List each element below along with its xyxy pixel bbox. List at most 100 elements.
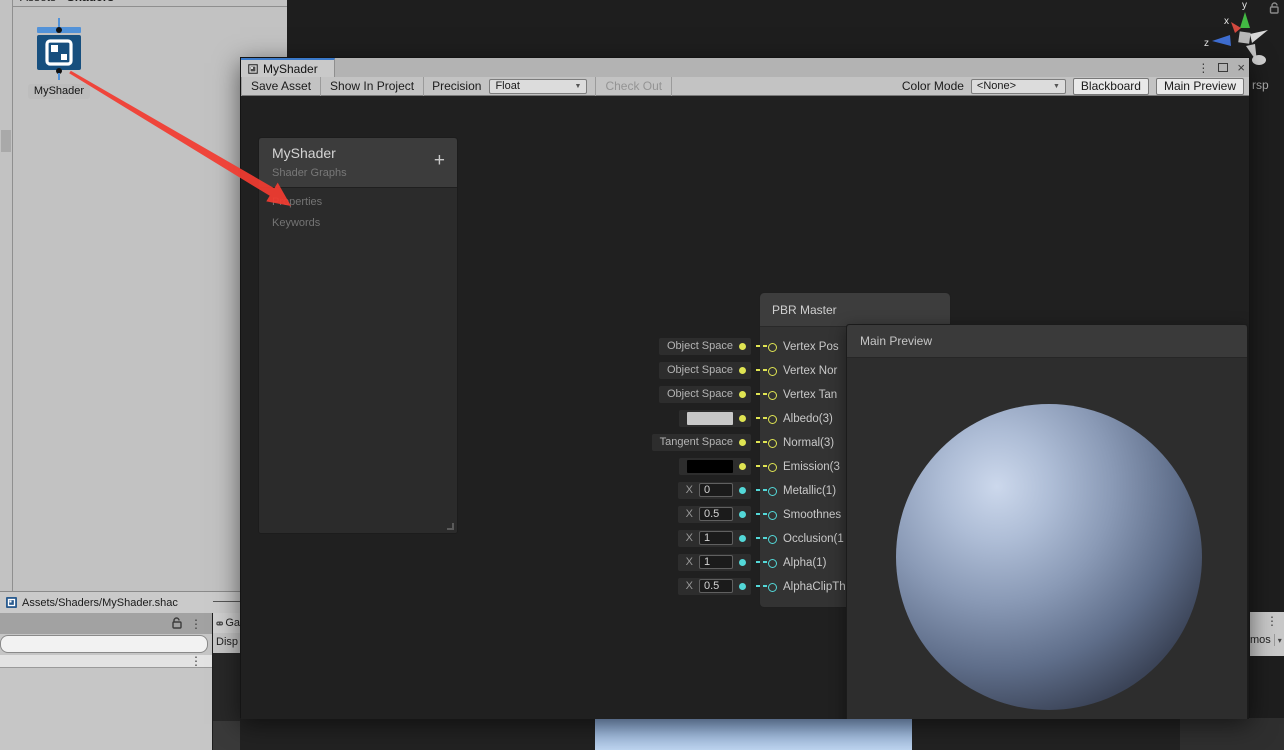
connector-dot-icon: [739, 342, 746, 350]
main-preview-toggle-button[interactable]: Main Preview: [1155, 77, 1244, 95]
asset-myshader[interactable]: MyShader: [28, 16, 90, 102]
game-view-tab[interactable]: Ga: [213, 613, 240, 633]
gizmos-dropdown-arrow[interactable]: ▾: [1278, 636, 1282, 645]
port-circle-icon[interactable]: [768, 414, 777, 424]
connector-dash: [763, 465, 767, 467]
scene-lock-icon[interactable]: [1268, 2, 1280, 15]
window-menu-icon[interactable]: ⋮: [1197, 62, 1209, 74]
input-widget-row: Object Space: [567, 334, 767, 358]
port-label: Albedo(3): [783, 413, 833, 425]
port-label: Normal(3): [783, 437, 835, 449]
project-status-bar: Assets/Shaders/MyShader.shac: [0, 591, 240, 613]
panel-menu-icon[interactable]: ⋮: [190, 618, 202, 630]
space-value: Object Space: [666, 364, 733, 376]
input-widget-row: X0: [567, 478, 767, 502]
space-dropdown[interactable]: Object Space: [658, 361, 751, 379]
graph-canvas[interactable]: MyShader Shader Graphs + Properties Keyw…: [241, 96, 1249, 719]
connector-dot-icon: [739, 486, 746, 494]
port-circle-icon[interactable]: [768, 558, 777, 568]
port-circle-icon[interactable]: [768, 438, 777, 448]
add-property-button[interactable]: +: [434, 151, 445, 170]
search-field[interactable]: [0, 635, 208, 653]
asset-label[interactable]: MyShader: [28, 84, 90, 99]
preview-sphere[interactable]: [896, 404, 1202, 710]
window-maximize-icon[interactable]: [1218, 63, 1229, 72]
chevron-down-icon: ▼: [1052, 82, 1060, 90]
gamepad-icon: [216, 621, 224, 625]
space-dropdown[interactable]: Object Space: [658, 385, 751, 403]
float-value-field[interactable]: 0: [699, 483, 733, 497]
gizmos-label-clipped[interactable]: mos: [1250, 634, 1271, 646]
gizmos-menu-icon[interactable]: ⋮: [1266, 615, 1278, 627]
port-circle-icon[interactable]: [768, 534, 777, 544]
game-view-sliver: Ga Disp: [213, 613, 240, 750]
port-circle-icon[interactable]: [768, 582, 777, 592]
port-circle-icon[interactable]: [768, 486, 777, 496]
input-widget-row: X 0.5: [567, 574, 767, 598]
unlock-icon[interactable]: [171, 617, 182, 630]
x-component-label: X: [685, 484, 693, 496]
precision-dropdown[interactable]: Float ▼: [489, 78, 588, 94]
color-swatch-field[interactable]: [679, 409, 751, 427]
scrollbar-thumb[interactable]: [1, 130, 11, 152]
connector-dash: [763, 417, 767, 419]
axis-x-label: x: [1224, 16, 1229, 27]
port-circle-icon[interactable]: [768, 390, 777, 400]
port-circle-icon[interactable]: [768, 510, 777, 520]
blackboard-section-keywords[interactable]: Keywords: [272, 217, 320, 229]
space-value: Object Space: [666, 388, 733, 400]
connector-dash: [756, 585, 760, 587]
connector-dash: [763, 393, 767, 395]
space-dropdown[interactable]: Object Space: [658, 337, 751, 355]
float-input[interactable]: X1: [677, 529, 751, 547]
float-value-field[interactable]: 1: [699, 555, 733, 569]
blackboard-resize-grip[interactable]: [447, 523, 454, 530]
main-preview-panel[interactable]: Main Preview: [846, 324, 1248, 719]
color-swatch-field[interactable]: [679, 457, 751, 475]
port-circle-icon[interactable]: [768, 342, 777, 352]
x-component-label: X: [685, 508, 693, 520]
float-value-field[interactable]: 0.5: [699, 579, 733, 593]
panel-header: ⋮: [0, 613, 212, 634]
pane-resize-crease[interactable]: [213, 601, 240, 602]
color-swatch[interactable]: [687, 459, 733, 473]
float-input[interactable]: X1: [677, 553, 751, 571]
connector-dash: [763, 369, 767, 371]
axis-y-label: y: [1242, 0, 1247, 11]
input-widget-row: Tangent Space: [567, 430, 767, 454]
connector-dash: [756, 369, 760, 371]
connector-dash: [756, 393, 760, 395]
connector-dash: [756, 417, 760, 419]
shadergraph-tab-icon: [248, 63, 258, 74]
float-value-field[interactable]: 0.5: [699, 507, 733, 521]
tab-title: MyShader: [263, 61, 318, 76]
project-left-scrollbar[interactable]: [0, 0, 13, 591]
float-value-field[interactable]: 1: [699, 531, 733, 545]
breadcrumb-assets[interactable]: Assets: [20, 0, 56, 4]
breadcrumb-shaders[interactable]: Shaders: [67, 0, 114, 4]
connector-dot-icon: [739, 462, 746, 470]
strip-menu-icon[interactable]: ⋮: [190, 655, 202, 667]
float-input[interactable]: X 0.5: [677, 505, 751, 523]
connector-dot-icon: [739, 534, 746, 542]
port-circle-icon[interactable]: [768, 366, 777, 376]
space-dropdown[interactable]: Tangent Space: [651, 433, 751, 451]
blackboard-toggle-button[interactable]: Blackboard: [1072, 77, 1149, 95]
float-input[interactable]: X0: [677, 481, 751, 499]
window-close-icon[interactable]: ×: [1237, 61, 1245, 74]
show-in-project-button[interactable]: Show In Project: [321, 76, 425, 96]
port-circle-icon[interactable]: [768, 462, 777, 472]
game-sky-strip: [595, 719, 912, 750]
input-widget-row: X1: [567, 550, 767, 574]
gizmos-divider: [1273, 634, 1275, 646]
color-mode-dropdown[interactable]: <None> ▼: [970, 78, 1066, 94]
display-dropdown[interactable]: Disp: [213, 633, 240, 653]
tab-myshader[interactable]: MyShader: [241, 58, 335, 77]
save-asset-button[interactable]: Save Asset: [241, 76, 322, 96]
port-label: Alpha(1): [783, 557, 827, 569]
blackboard-section-properties[interactable]: Properties: [272, 196, 322, 208]
blackboard-panel[interactable]: MyShader Shader Graphs + Properties Keyw…: [258, 137, 458, 534]
color-swatch[interactable]: [687, 411, 733, 425]
float-input[interactable]: X 0.5: [677, 577, 751, 595]
connector-dot-icon: [739, 510, 746, 518]
